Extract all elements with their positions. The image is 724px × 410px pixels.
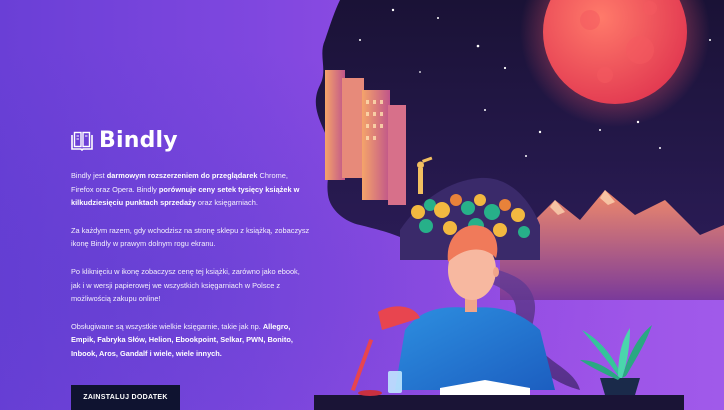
price-info-paragraph: Po kliknięciu w ikonę zobaczysz cenę tej… xyxy=(71,266,300,304)
book-icon xyxy=(71,131,93,151)
install-extension-button[interactable]: ZAINSTALUJ DODATEK xyxy=(71,385,180,410)
person-figure xyxy=(418,168,423,194)
stores-paragraph: Obsługiwane są wszystkie wielkie księgar… xyxy=(71,321,293,358)
desk xyxy=(314,395,684,410)
intro-paragraph: Bindly jest darmowym rozszerzeniem do pr… xyxy=(71,171,300,208)
brand-logo[interactable]: Bindly xyxy=(71,128,311,153)
cup xyxy=(388,371,402,393)
brand-name: Bindly xyxy=(99,128,178,153)
hero-illustration xyxy=(314,0,724,410)
icon-info-paragraph: Za każdym razem, gdy wchodzisz na stronę… xyxy=(71,225,310,249)
plant xyxy=(580,325,652,395)
hero-content: Bindly Bindly jest darmowym rozszerzenie… xyxy=(71,128,311,375)
